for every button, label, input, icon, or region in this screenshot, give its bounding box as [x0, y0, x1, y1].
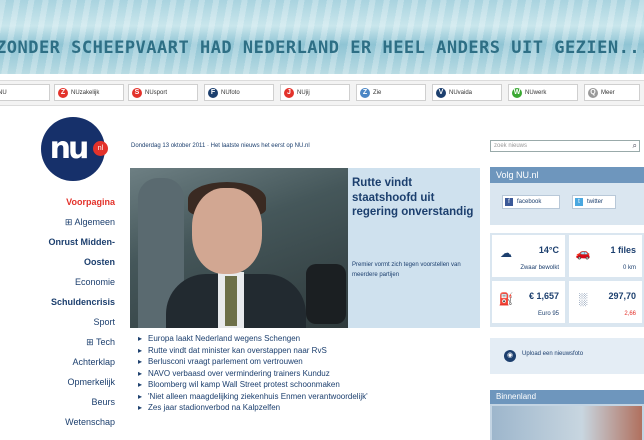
tab-nusport[interactable]: S NUsport — [128, 84, 198, 101]
sidebar-item-schuldencrisis[interactable]: Schuldencrisis — [49, 292, 115, 312]
headline-link[interactable]: Rutte vindt dat minister kan overstappen… — [138, 345, 368, 357]
nujij-icon: J — [284, 87, 294, 98]
nuwerk-icon: W — [512, 87, 522, 98]
date-line: Donderdag 13 oktober 2011 · Het laatste … — [131, 143, 310, 149]
aex-sub: 2,66 — [624, 311, 636, 317]
tab-nujij[interactable]: J NUjij — [280, 84, 350, 101]
car-icon: 🚗 — [575, 246, 591, 260]
sidebar-item-voorpagina[interactable]: Voorpagina — [49, 192, 115, 212]
fuel-sub: Euro 95 — [537, 311, 559, 317]
tab-nuzakelijk[interactable]: Z NUzakelijk — [54, 84, 124, 101]
weather-value: 14°C — [538, 245, 559, 255]
follow-box: Volg NU.nl f facebook t twitter — [490, 167, 644, 225]
tab-label: Zie — [373, 89, 382, 96]
tab-label: NU — [0, 89, 7, 96]
sidebar-item-tech[interactable]: ⊞ Tech — [49, 332, 115, 352]
traffic-value: 1 files — [610, 245, 636, 255]
twitter-label: twitter — [587, 199, 604, 205]
nu-logo[interactable]: nu nl — [41, 117, 108, 181]
aex-value: 297,70 — [608, 291, 636, 301]
traffic-widget[interactable]: 🚗 1 files 0 km — [569, 235, 642, 277]
nufoto-icon: F — [208, 87, 218, 98]
fuel-value: € 1,657 — [528, 291, 559, 301]
nusport-icon: S — [132, 87, 142, 98]
photo-tie — [225, 276, 237, 326]
binnenland-photo[interactable] — [492, 406, 642, 440]
hero-subtitle: Premier vormt zich tegen voorstellen van… — [352, 262, 461, 278]
tab-label: NUwerk — [525, 89, 547, 96]
header-banner[interactable]: ZONDER SCHEEPVAART HAD NEDERLAND ER HEEL… — [0, 0, 644, 74]
tab-label: NUjij — [297, 89, 310, 96]
photo-head — [192, 188, 262, 274]
upload-photo-button[interactable]: ◉ Upload een nieuwsfoto — [490, 338, 644, 374]
binnenland-title: Binnenland — [490, 390, 644, 404]
site-navbar: NU Z NUzakelijk S NUsport F NUfoto J NUj… — [0, 80, 644, 106]
follow-title: Volg NU.nl — [490, 167, 644, 183]
tab-nuvaida[interactable]: V NUvaida — [432, 84, 502, 101]
headline-link[interactable]: NAVO verbaasd over vermindering trainers… — [138, 368, 368, 380]
headline-link[interactable]: 'Niet alleen maagdelijking ziekenhuis En… — [138, 391, 368, 403]
banner-text: ZONDER SCHEEPVAART HAD NEDERLAND ER HEEL… — [0, 38, 644, 58]
stock-chart-icon: ░ — [578, 292, 588, 306]
weather-widget[interactable]: ☁ 14°C Zwaar bewolkt — [492, 235, 565, 277]
facebook-icon: f — [505, 198, 513, 206]
tab-label: NUvaida — [449, 89, 473, 96]
hero-photo[interactable] — [130, 168, 348, 328]
twitter-icon: t — [575, 198, 583, 206]
sidebar-item-beurs[interactable]: Beurs — [49, 392, 115, 412]
photo-microphone — [306, 264, 346, 324]
sidebar-item-onrust[interactable]: Onrust Midden- — [49, 232, 116, 252]
facebook-label: facebook — [517, 199, 542, 205]
traffic-sub: 0 km — [622, 265, 636, 271]
search-input[interactable]: zoek nieuws ⌕ — [490, 140, 640, 152]
aex-widget[interactable]: ░ 297,70 2,66 — [569, 281, 642, 323]
headline-list: Europa laakt Nederland wegens Schengen R… — [138, 333, 368, 414]
headline-link[interactable]: Bloomberg wil kamp Wall Street protest s… — [138, 379, 368, 391]
sidebar-item-achterklap[interactable]: Achterklap — [49, 352, 115, 372]
tab-meer[interactable]: Q Meer — [584, 84, 640, 101]
hero-article[interactable]: Rutte vindt staatshoofd uit regering onv… — [130, 168, 480, 328]
camera-icon: ◉ — [504, 350, 516, 362]
headline-link[interactable]: Europa laakt Nederland wegens Schengen — [138, 333, 368, 345]
sidebar-item-opmerkelijk[interactable]: Opmerkelijk — [49, 372, 115, 392]
search-placeholder: zoek nieuws — [494, 143, 528, 149]
sidebar-item-sport[interactable]: Sport — [49, 312, 115, 332]
fuel-pump-icon: ⛽ — [498, 292, 514, 306]
fuel-widget[interactable]: ⛽ € 1,657 Euro 95 — [492, 281, 565, 323]
info-widgets: ☁ 14°C Zwaar bewolkt 🚗 1 files 0 km ⛽ € … — [490, 233, 644, 327]
sidebar-item-wetenschap[interactable]: Wetenschap — [49, 412, 115, 432]
search-icon[interactable]: ⌕ — [633, 141, 637, 151]
facebook-button[interactable]: f facebook — [502, 195, 560, 209]
twitter-button[interactable]: t twitter — [572, 195, 616, 209]
weather-icon: ☁ — [500, 246, 512, 260]
tab-nufoto[interactable]: F NUfoto — [204, 84, 274, 101]
logo-dot: nl — [93, 141, 108, 156]
sidebar-item-algemeen[interactable]: ⊞ Algemeen — [49, 212, 115, 232]
tab-nuwerk[interactable]: W NUwerk — [508, 84, 578, 101]
tab-label: NUzakelijk — [71, 89, 100, 96]
tab-zie[interactable]: Z Zie — [356, 84, 426, 101]
section-nav: Voorpagina ⊞ Algemeen Onrust Midden- Oos… — [49, 192, 116, 432]
hero-title[interactable]: Rutte vindt staatshoofd uit regering onv… — [352, 176, 474, 220]
sidebar-item-oosten[interactable]: Oosten — [49, 252, 115, 272]
weather-sub: Zwaar bewolkt — [520, 265, 559, 271]
sidebar-item-economie[interactable]: Economie — [49, 272, 115, 292]
upload-label: Upload een nieuwsfoto — [522, 351, 584, 357]
nuvaida-icon: V — [436, 87, 446, 98]
headline-link[interactable]: Berlusconi vraagt parlement om vertrouwe… — [138, 356, 368, 368]
zie-icon: Z — [360, 87, 370, 98]
meer-icon: Q — [588, 87, 598, 98]
tab-label: Meer — [601, 89, 615, 96]
logo-text: nu — [49, 131, 90, 166]
tab-label: NUsport — [145, 89, 168, 96]
tab-nu[interactable]: NU — [0, 84, 50, 101]
nuzakelijk-icon: Z — [58, 87, 68, 98]
headline-link[interactable]: Zes jaar stadionverbod na Kalpzelfen — [138, 402, 368, 414]
tab-label: NUfoto — [221, 89, 240, 96]
binnenland-box[interactable]: Binnenland — [490, 390, 644, 440]
